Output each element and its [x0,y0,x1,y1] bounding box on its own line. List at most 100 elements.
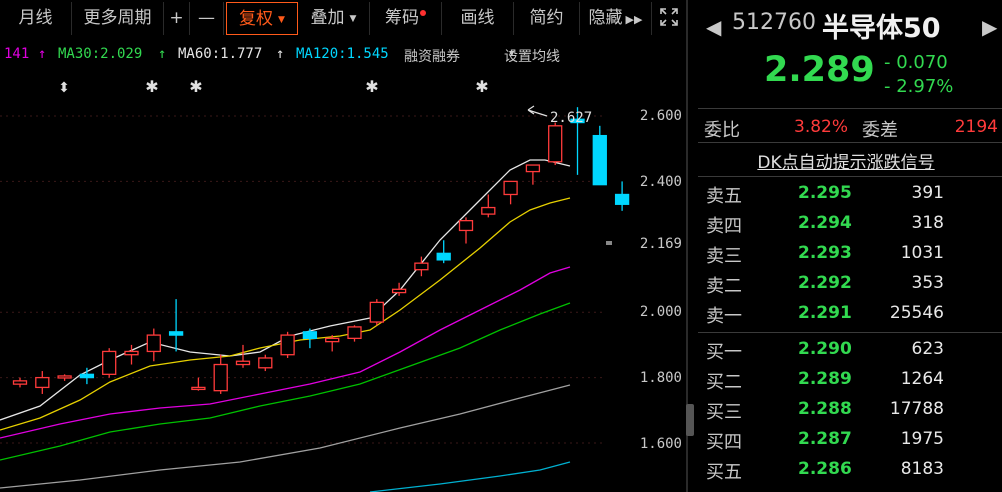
more-periods-button[interactable]: 更多周期 [72,2,164,35]
y-axis-label: 1.600 [639,436,682,452]
ask-volume: 391 [911,183,944,203]
y-axis-label: 2.600 [639,108,682,124]
event-marker-icon: ✱ [145,77,158,96]
event-marker-icon: ✱ [475,77,488,96]
ma-settings-dropdown[interactable]: 设置均线 ▼ [504,46,560,65]
bid-row: 买一 2.290 623 [690,336,1002,366]
candle-down [302,331,318,340]
previous-stock-icon[interactable]: ◀ [706,15,721,39]
ask-row: 卖二 2.292 353 [690,270,1002,300]
period-month-button[interactable]: 月线 [0,2,72,35]
candle-down [168,331,184,336]
candle-up [191,386,206,391]
commission-ratio-label: 委比 [704,120,740,141]
bid-volume: 17788 [889,399,944,419]
ask-row: 卖一 2.291 25546 [690,300,1002,330]
adjust-rights-dropdown[interactable]: 复权 ▼ [226,2,298,35]
commission-diff-label: 委差 [862,120,898,141]
ask-volume: 318 [911,213,944,233]
candle-up [12,380,28,385]
ask-volume: 353 [911,273,944,293]
chips-label: 筹码 [385,8,419,28]
chips-button[interactable]: 筹码 [370,2,442,35]
ask-label: 卖一 [706,306,742,327]
moving-average-line [0,197,571,431]
ask-price: 2.294 [798,213,852,233]
fast-forward-icon: ▶▶ [625,13,643,26]
ma30-value: MA30:2.029 [58,46,143,62]
candle-up [57,375,72,379]
ma10-up-arrow-icon: ↑ [38,46,47,62]
fullscreen-button[interactable] [652,2,686,35]
candle-up [548,125,563,163]
bid-label: 买四 [706,432,742,453]
bid-volume: 8183 [900,459,944,479]
bid-label: 买五 [706,462,742,483]
ma10-value: 141 [4,46,30,62]
candle-down [436,252,451,261]
adjust-rights-label: 复权 [239,9,274,29]
simple-mode-button[interactable]: 简约 [514,2,580,35]
bid-label: 买三 [706,402,742,423]
bid-price: 2.287 [798,429,852,449]
ask-price: 2.291 [798,303,852,323]
candle-up [347,326,362,340]
candle-up [124,350,139,356]
draw-line-button[interactable]: 画线 [442,2,514,35]
candle-up [391,288,407,294]
bid-price: 2.288 [798,399,852,419]
moving-average-line [369,461,571,492]
caret-down-icon: ▼ [349,14,357,24]
zoom-in-button[interactable]: + [164,2,190,35]
overlay-label: 叠加 [310,8,345,28]
candle-up [102,350,117,375]
zoom-out-button[interactable]: — [190,2,224,35]
commission-diff-value: 2194 [954,117,998,137]
candle-up [503,180,518,196]
hide-label: 隐藏 [588,8,623,28]
ask-price: 2.292 [798,273,852,293]
overlay-dropdown[interactable]: 叠加 ▼ [298,2,370,35]
candle-up [258,357,273,369]
ask-price: 2.295 [798,183,852,203]
event-marker-icon: ✱ [189,77,202,96]
candle-up [414,262,429,271]
ma60-value: MA60:1.777 [178,46,263,62]
ma60-up-arrow-icon: ↑ [276,46,285,62]
stock-code: 512760 [732,10,816,35]
ask-label: 卖二 [706,276,742,297]
event-marker-icon: ✱ [365,77,378,96]
current-price-indicator [606,241,612,245]
divider [698,332,1002,333]
candle-up [146,334,161,353]
ask-label: 卖四 [706,216,742,237]
ask-volume: 25546 [889,303,944,323]
divider [698,176,1002,177]
fullscreen-icon [660,8,678,26]
ask-row: 卖四 2.294 318 [690,210,1002,240]
bid-label: 买一 [706,342,742,363]
bid-volume: 1264 [900,369,944,389]
candlestick-chart[interactable]: ⬍ ✱ ✱ ✱ ✱ 2.627 [0,70,686,492]
price-change: - 0.070 [884,52,948,73]
ask-row: 卖三 2.293 1031 [690,240,1002,270]
margin-trading-toggle[interactable]: 融资融券 [404,46,460,66]
candle-up [525,164,541,173]
bid-row: 买四 2.287 1975 [690,426,1002,456]
bid-row: 买二 2.289 1264 [690,366,1002,396]
ask-volume: 1031 [900,243,944,263]
y-axis-label: 1.800 [639,370,682,386]
candle-up [213,363,228,392]
moving-average-line [0,159,571,421]
moving-average-legend: 141 ↑ MA30:2.029 ↑ MA60:1.777 ↑ MA120:1.… [0,46,606,68]
hide-button[interactable]: 隐藏 ▶▶ [580,2,652,35]
chart-toolbar: 月线 更多周期 + — 复权 ▼ 叠加 ▼ 筹码 画线 简约 隐藏 ▶▶ [0,0,686,38]
y-axis-label: 2.000 [639,304,682,320]
bid-volume: 1975 [900,429,944,449]
ma120-value: MA120:1.545 [296,46,389,62]
dk-signal-link[interactable]: DK点自动提示涨跌信号 [690,148,1002,173]
moving-average-line [0,302,571,461]
caret-down-icon: ▼ [278,15,285,25]
bid-volume: 623 [911,339,944,359]
next-stock-icon[interactable]: ▶ [982,15,997,39]
